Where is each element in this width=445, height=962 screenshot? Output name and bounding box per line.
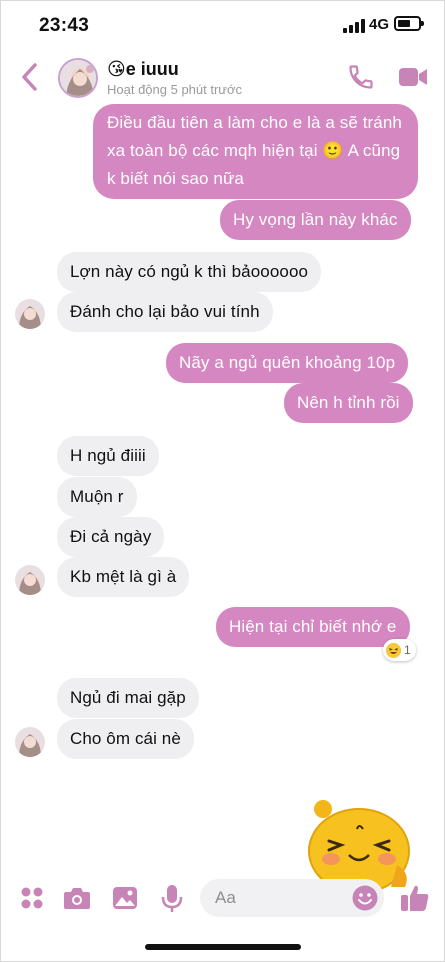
message-bubble-incoming[interactable]: Muộn r — [57, 477, 137, 517]
contact-avatar-small[interactable] — [15, 299, 45, 329]
message-bubble-incoming[interactable]: H ngủ điiii — [57, 436, 159, 476]
more-actions-button[interactable] — [20, 886, 44, 910]
camera-button[interactable] — [63, 885, 91, 911]
message-reaction[interactable]: 1 — [383, 639, 416, 661]
battery-icon — [394, 16, 424, 31]
reaction-count: 1 — [404, 643, 411, 657]
status-bar: 23:43 4G — [1, 1, 444, 53]
contact-active-status: Hoạt động 5 phút trước — [107, 82, 243, 97]
message-bubble-incoming[interactable]: Kb mệt là gì à — [57, 557, 190, 597]
thumbs-up-icon — [401, 885, 429, 911]
message-bubble-outgoing[interactable]: Điều đầu tiên a làm cho e là a sẽ tránh … — [93, 104, 418, 199]
contact-avatar-small[interactable] — [15, 565, 45, 595]
voice-message-button[interactable] — [161, 884, 183, 914]
emoji-button[interactable] — [352, 885, 378, 911]
back-button[interactable] — [17, 61, 43, 93]
video-call-button[interactable] — [398, 66, 428, 88]
network-label: 4G — [369, 16, 390, 33]
video-camera-icon — [399, 68, 427, 86]
message-bubble-outgoing[interactable]: Nên h tỉnh rồi — [284, 383, 413, 423]
image-icon — [113, 887, 137, 909]
message-bubble-incoming[interactable]: Ngủ đi mai gặp — [57, 678, 199, 718]
contact-avatar[interactable] — [58, 58, 98, 98]
messenger-screen: 23:43 4G 😘e iuuu Hoạt động 5 phút trước … — [0, 0, 445, 962]
signal-icon — [343, 19, 365, 33]
microphone-icon — [161, 885, 183, 912]
status-time: 23:43 — [39, 15, 90, 36]
home-indicator — [145, 944, 301, 950]
message-bubble-incoming[interactable]: Đi cả ngày — [57, 517, 165, 557]
grid-dots-icon — [21, 887, 43, 909]
laughing-emoji-icon — [386, 642, 401, 658]
chat-header: 😘e iuuu Hoạt động 5 phút trước — [1, 53, 444, 103]
contact-avatar-small[interactable] — [15, 727, 45, 757]
message-bubble-incoming[interactable]: Cho ôm cái nè — [57, 719, 194, 759]
like-button[interactable] — [400, 883, 430, 913]
camera-icon — [64, 888, 90, 909]
message-bubble-outgoing[interactable]: Nãy a ngủ quên khoảng 10p — [166, 343, 409, 383]
smiley-icon — [352, 885, 378, 911]
message-bubble-outgoing[interactable]: Hy vọng lần này khác — [220, 200, 411, 240]
voice-call-button[interactable] — [347, 63, 375, 91]
message-bubble-outgoing[interactable]: Hiện tại chỉ biết nhớ e — [216, 607, 410, 647]
message-bubble-incoming[interactable]: Lợn này có ngủ k thì bảoooooo — [57, 252, 322, 292]
gallery-button[interactable] — [112, 885, 138, 911]
message-composer — [1, 873, 444, 925]
phone-icon — [349, 65, 373, 89]
chevron-left-icon — [22, 63, 37, 91]
contact-name[interactable]: 😘e iuuu — [107, 59, 179, 80]
message-bubble-incoming[interactable]: Đánh cho lại bảo vui tính — [57, 292, 273, 332]
